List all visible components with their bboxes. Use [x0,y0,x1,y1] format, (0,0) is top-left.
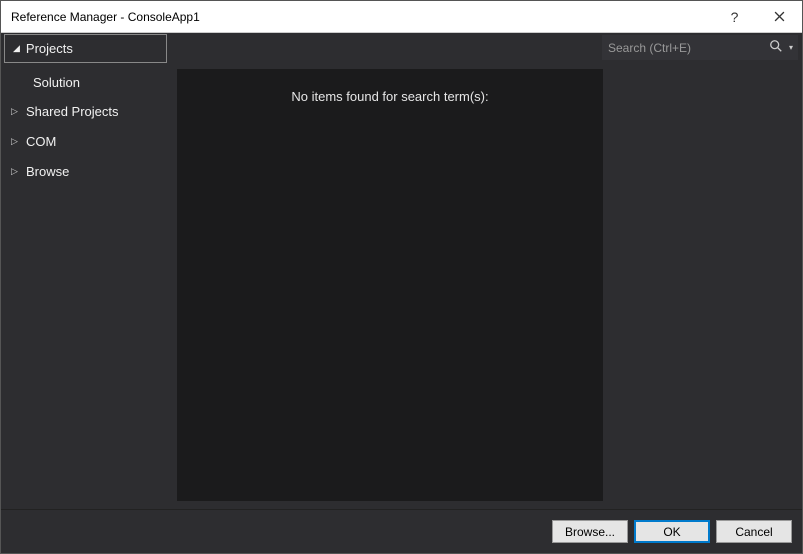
search-icon [769,39,783,56]
sidebar-item-label: Solution [33,75,80,90]
dialog-body: Solution ▷ Shared Projects ▷ COM ▷ Brows… [1,63,802,509]
sidebar-item-label: Shared Projects [26,104,119,119]
dropdown-arrow-icon: ▾ [789,43,793,52]
sidebar-item-shared-projects[interactable]: ▷ Shared Projects [1,96,173,126]
ok-button[interactable]: OK [634,520,710,543]
button-label: Cancel [735,525,772,539]
close-button[interactable] [757,2,802,32]
search-input[interactable] [608,41,763,55]
main-content: No items found for search term(s): [177,69,603,501]
sidebar-item-label: Browse [26,164,69,179]
chevron-right-icon: ▷ [11,106,19,117]
browse-button[interactable]: Browse... [552,520,628,543]
tab-label: Projects [26,41,73,56]
empty-results-message: No items found for search term(s): [291,89,488,104]
sidebar-item-browse[interactable]: ▷ Browse [1,156,173,186]
help-button[interactable]: ? [712,2,757,32]
window-title: Reference Manager - ConsoleApp1 [11,10,712,24]
sidebar: Solution ▷ Shared Projects ▷ COM ▷ Brows… [1,63,173,509]
cancel-button[interactable]: Cancel [716,520,792,543]
tab-projects[interactable]: ◢ Projects [4,34,167,63]
search-box[interactable]: ▾ [602,35,798,60]
close-icon [774,9,785,25]
sidebar-item-label: COM [26,134,56,149]
titlebar: Reference Manager - ConsoleApp1 ? [1,1,802,33]
reference-manager-window: Reference Manager - ConsoleApp1 ? ◢ Proj… [0,0,803,554]
button-label: Browse... [565,525,615,539]
details-pane [603,63,802,509]
chevron-down-icon: ◢ [13,43,20,54]
chevron-right-icon: ▷ [11,136,19,147]
sidebar-item-com[interactable]: ▷ COM [1,126,173,156]
top-row: ◢ Projects ▾ [1,33,802,63]
sidebar-item-solution[interactable]: Solution [1,69,173,96]
footer: Browse... OK Cancel [1,509,802,553]
button-label: OK [663,525,680,539]
chevron-right-icon: ▷ [11,166,19,177]
